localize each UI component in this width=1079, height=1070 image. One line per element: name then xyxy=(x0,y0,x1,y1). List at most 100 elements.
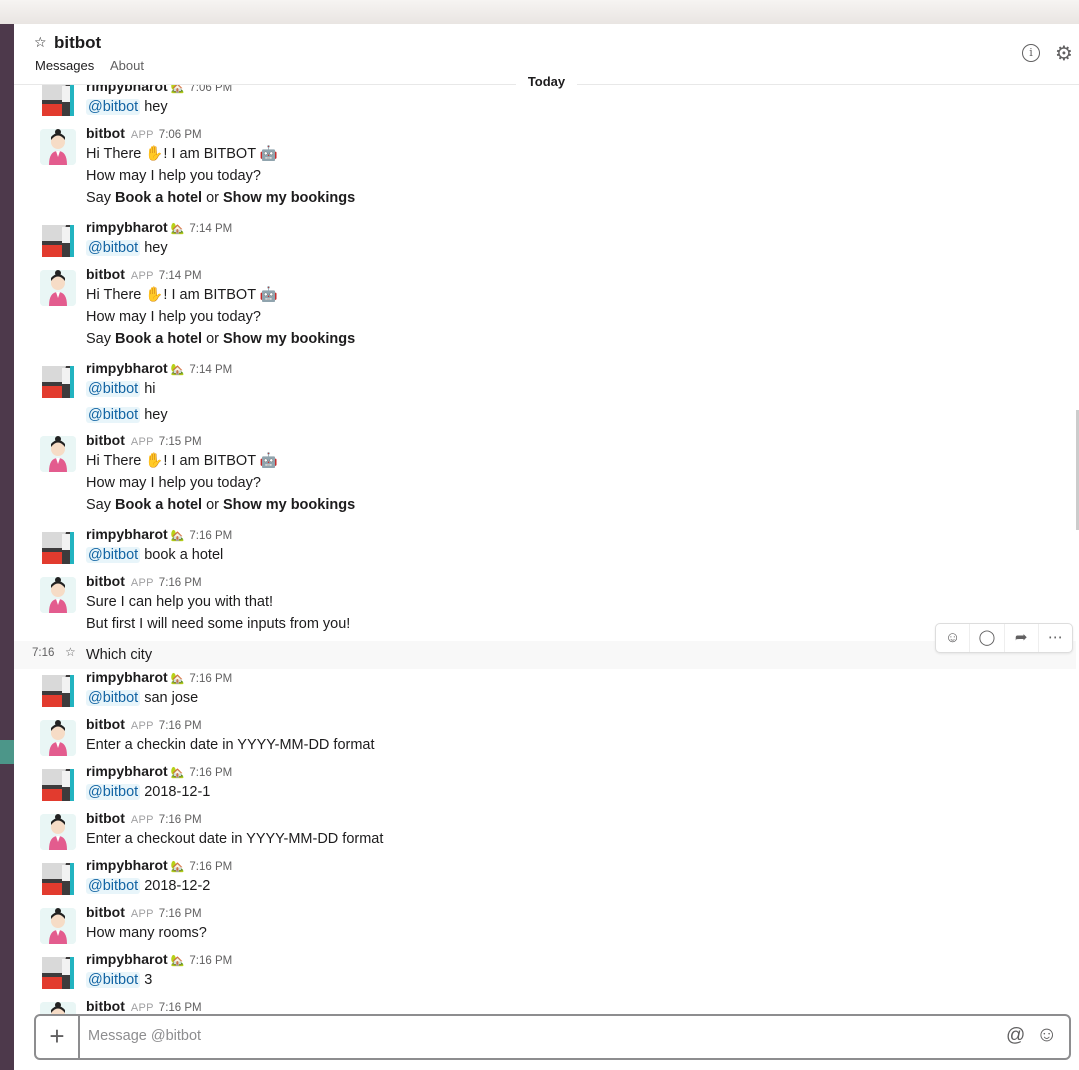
username[interactable]: bitbot xyxy=(86,904,125,920)
user-mention[interactable]: @bitbot xyxy=(86,407,141,423)
user-mention[interactable]: @bitbot xyxy=(86,99,141,115)
user-mention[interactable]: @bitbot xyxy=(86,381,141,397)
timestamp[interactable]: 7:16 PM xyxy=(159,577,202,589)
user-mention[interactable]: @bitbot xyxy=(86,690,141,706)
message-header: bitbot APP 7:06 PM xyxy=(86,125,202,145)
message-row[interactable]: bitbot APP 7:16 PM Enter a checkout date in… xyxy=(14,810,1076,854)
user-mention[interactable]: @bitbot xyxy=(86,878,141,894)
emoji-icon[interactable]: ☺ xyxy=(1036,1023,1057,1047)
message-row[interactable]: rimpybharot 🏡 7:16 PM @bitbot 2018-12-2 xyxy=(14,857,1076,901)
user-avatar[interactable] xyxy=(40,530,76,566)
hover-timestamp[interactable]: 7:16 xyxy=(32,647,54,659)
bot-avatar[interactable] xyxy=(40,720,76,756)
info-icon[interactable]: i xyxy=(1022,44,1040,62)
user-mention[interactable]: @bitbot xyxy=(86,972,141,988)
house-emoji: 🏡 xyxy=(170,955,185,967)
star-icon[interactable]: ☆ xyxy=(34,34,47,51)
username[interactable]: rimpybharot xyxy=(86,360,168,376)
username[interactable]: bitbot xyxy=(86,125,125,141)
plus-icon[interactable]: + xyxy=(36,1016,80,1058)
username[interactable]: rimpybharot xyxy=(86,763,168,779)
timestamp[interactable]: 7:06 PM xyxy=(159,129,202,141)
user-avatar[interactable] xyxy=(40,673,76,709)
username[interactable]: bitbot xyxy=(86,266,125,282)
message-row[interactable]: bitbot APP 7:16 PM Enter a checkin date in … xyxy=(14,716,1076,760)
message-header: rimpybharot 🏡 7:14 PM xyxy=(86,219,232,239)
tab-messages[interactable]: Messages xyxy=(35,58,94,73)
star-icon[interactable]: ☆ xyxy=(65,645,76,659)
timestamp[interactable]: 7:16 PM xyxy=(189,767,232,779)
message-row[interactable]: rimpybharot 🏡 7:16 PM @bitbot 3 xyxy=(14,951,1076,995)
window-titlebar xyxy=(0,0,1079,25)
user-mention[interactable]: @bitbot xyxy=(86,240,141,256)
username[interactable]: rimpybharot xyxy=(86,219,168,235)
message-row[interactable]: bitbot APP 7:16 PM Sure I can help you with… xyxy=(14,573,1076,638)
bot-avatar[interactable] xyxy=(40,270,76,306)
message-composer[interactable]: + Message @bitbot @ ☺ xyxy=(34,1014,1071,1060)
user-avatar[interactable] xyxy=(40,861,76,897)
message-text: @bitbot san jose xyxy=(86,687,198,709)
message-text: @bitbot 2018-12-1 xyxy=(86,781,210,803)
bot-avatar[interactable] xyxy=(40,577,76,613)
message-text: Say Book a hotel or Show my bookings xyxy=(86,187,355,209)
message-text: Say Book a hotel or Show my bookings xyxy=(86,494,355,516)
user-avatar[interactable] xyxy=(40,364,76,400)
message-list[interactable]: rimpybharot 🏡 7:06 PM @bitbot hey bitbot APP 7… xyxy=(14,82,1076,1018)
user-mention[interactable]: @bitbot xyxy=(86,784,141,800)
bot-avatar[interactable] xyxy=(40,908,76,944)
username[interactable]: bitbot xyxy=(86,810,125,826)
message-row[interactable]: rimpybharot 🏡 7:16 PM @bitbot book a hotel xyxy=(14,526,1076,570)
message-row[interactable]: rimpybharot 🏡 7:14 PM @bitbot hi @bitbot hey xyxy=(14,360,1076,429)
user-avatar[interactable] xyxy=(40,767,76,803)
app-badge: APP xyxy=(130,1002,154,1014)
message-text: Sure I can help you with that! xyxy=(86,594,273,610)
username[interactable]: bitbot xyxy=(86,573,125,589)
message-row[interactable]: rimpybharot 🏡 7:14 PM @bitbot hey xyxy=(14,219,1076,263)
message-row[interactable]: rimpybharot 🏡 7:16 PM @bitbot 2018-12-1 xyxy=(14,763,1076,807)
timestamp[interactable]: 7:16 PM xyxy=(189,530,232,542)
message-body: Say xyxy=(86,190,111,206)
timestamp[interactable]: 7:16 PM xyxy=(189,861,232,873)
gear-icon[interactable]: ⚙ xyxy=(1055,41,1073,66)
timestamp[interactable]: 7:14 PM xyxy=(159,270,202,282)
username[interactable]: bitbot xyxy=(86,432,125,448)
at-icon[interactable]: @ xyxy=(1006,1025,1025,1047)
timestamp[interactable]: 7:16 PM xyxy=(159,1002,202,1014)
message-input[interactable]: Message @bitbot xyxy=(88,1028,201,1044)
timestamp[interactable]: 7:14 PM xyxy=(189,223,232,235)
user-avatar[interactable] xyxy=(40,223,76,259)
tab-about[interactable]: About xyxy=(110,58,144,73)
message-row[interactable]: bitbot APP 7:15 PM Hi There ✋! I am BITBOT … xyxy=(14,432,1076,523)
user-avatar[interactable] xyxy=(40,955,76,991)
username[interactable]: rimpybharot xyxy=(86,526,168,542)
username[interactable]: bitbot xyxy=(86,716,125,732)
add-reaction-icon[interactable]: ☺ xyxy=(936,624,971,652)
timestamp[interactable]: 7:16 PM xyxy=(159,908,202,920)
message-row[interactable]: bitbot APP 7:16 PM How many rooms? xyxy=(14,904,1076,948)
timestamp[interactable]: 7:15 PM xyxy=(159,436,202,448)
message-header: bitbot APP 7:16 PM xyxy=(86,716,202,736)
message-row[interactable]: rimpybharot 🏡 7:16 PM @bitbot san jose xyxy=(14,669,1076,713)
username[interactable]: rimpybharot xyxy=(86,669,168,685)
message-row[interactable]: bitbot APP 7:06 PM Hi There ✋! I am BITBOT … xyxy=(14,125,1076,216)
timestamp[interactable]: 7:16 PM xyxy=(189,673,232,685)
bot-avatar[interactable] xyxy=(40,814,76,850)
more-icon[interactable]: ⋯ xyxy=(1039,624,1072,652)
message-body: hey xyxy=(144,99,168,115)
message-continuation[interactable]: 7:16 ☆ Which city ☺ ◯ ➦ ⋯ xyxy=(14,623,1076,669)
username[interactable]: bitbot xyxy=(86,998,125,1014)
message-header: bitbot APP 7:16 PM xyxy=(86,573,202,593)
timestamp[interactable]: 7:16 PM xyxy=(159,814,202,826)
bot-avatar[interactable] xyxy=(40,129,76,165)
timestamp[interactable]: 7:16 PM xyxy=(189,955,232,967)
timestamp[interactable]: 7:14 PM xyxy=(189,364,232,376)
username[interactable]: rimpybharot xyxy=(86,857,168,873)
message-row[interactable]: bitbot APP 7:14 PM Hi There ✋! I am BITBOT … xyxy=(14,266,1076,357)
user-mention[interactable]: @bitbot xyxy=(86,547,141,563)
bot-avatar[interactable] xyxy=(40,436,76,472)
share-icon[interactable]: ➦ xyxy=(1005,624,1039,652)
reply-thread-icon[interactable]: ◯ xyxy=(970,624,1005,652)
sidebar-active-marker xyxy=(0,740,14,764)
username[interactable]: rimpybharot xyxy=(86,951,168,967)
timestamp[interactable]: 7:16 PM xyxy=(159,720,202,732)
